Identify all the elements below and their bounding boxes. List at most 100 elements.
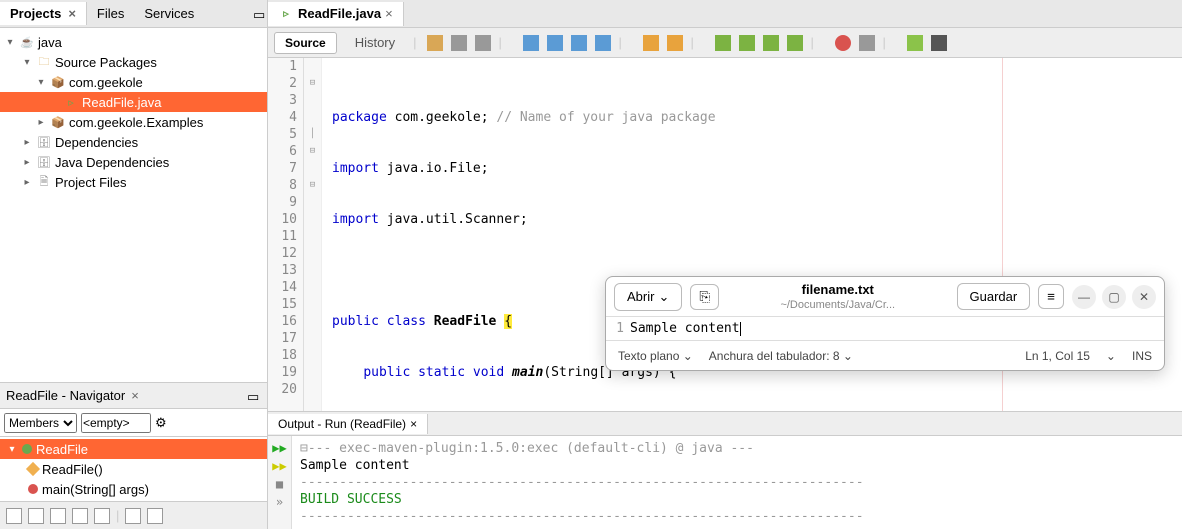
filter-icon[interactable] (72, 508, 88, 524)
tree-label: ReadFile.java (82, 95, 162, 110)
save-button[interactable]: Guardar (957, 283, 1031, 310)
run-icon[interactable]: ▶▶ (270, 440, 289, 458)
nav-label: ReadFile (36, 442, 88, 457)
tree-file-readfile[interactable]: ▹ReadFile.java (0, 92, 267, 112)
toolbar-icon[interactable] (547, 35, 563, 51)
toolbar-icon[interactable] (475, 35, 491, 51)
class-icon (22, 444, 32, 454)
toolbar-icon[interactable] (907, 35, 923, 51)
toolbar-icon[interactable] (523, 35, 539, 51)
navigator-title: ReadFile - Navigator (6, 388, 125, 403)
navigator-panel: ReadFile - Navigator × ▭ Members ⚙ ▾Read… (0, 382, 267, 501)
tab-label: ReadFile.java (298, 6, 381, 21)
tab-label: Projects (10, 6, 61, 21)
java-file-icon: ▹ (278, 6, 294, 22)
filter-icon[interactable] (50, 508, 66, 524)
stop-icon[interactable]: ■ (270, 476, 289, 494)
tree-pkg-examples[interactable]: ▸📦com.geekole.Examples (0, 112, 267, 132)
close-icon[interactable]: × (385, 6, 393, 21)
cursor-position: Ln 1, Col 15 (1025, 349, 1090, 363)
nav-constructor[interactable]: ReadFile() (0, 459, 267, 479)
tab-label: Services (144, 6, 194, 21)
output-tab[interactable]: Output - Run (ReadFile) × (268, 414, 428, 434)
nav-label: main(String[] args) (42, 482, 149, 497)
toolbar-icon[interactable] (763, 35, 779, 51)
tree-label: Dependencies (55, 135, 138, 150)
toolbar-icon[interactable] (451, 35, 467, 51)
open-button[interactable]: Abrir ⌄ (614, 283, 682, 311)
tab-services[interactable]: Services (134, 2, 204, 25)
tab-projects[interactable]: Projects × (0, 2, 87, 25)
toolbar-icon[interactable] (787, 35, 803, 51)
tree-pkg-geekole[interactable]: ▾📦com.geekole (0, 72, 267, 92)
filter-icon[interactable] (94, 508, 110, 524)
tree-label: java (38, 35, 62, 50)
menu-button[interactable]: ≡ (1038, 284, 1064, 309)
minimize-icon[interactable]: ▭ (247, 389, 261, 403)
close-icon[interactable]: × (410, 417, 417, 431)
bottom-icon-bar: | (0, 501, 267, 529)
tab-width-dropdown[interactable]: Anchura del tabulador: 8 ⌄ (709, 349, 853, 363)
tab-label: Output - Run (ReadFile) (278, 417, 406, 431)
minimize-icon[interactable]: — (1072, 285, 1096, 309)
chevron-down-icon: ⌄ (658, 289, 669, 305)
package-icon: 📦 (50, 74, 66, 90)
toolbar-icon[interactable] (427, 35, 443, 51)
window-title: filename.txt ~/Documents/Java/Cr... (727, 282, 948, 311)
close-icon[interactable]: × (68, 6, 76, 21)
filter-icon[interactable] (28, 508, 44, 524)
filter-icon[interactable] (125, 508, 141, 524)
tab-label: Files (97, 6, 124, 21)
source-button[interactable]: Source (274, 32, 337, 54)
nav-class-readfile[interactable]: ▾ReadFile (0, 439, 267, 459)
fold-gutter: ⊟│⊟⊟ (304, 58, 322, 411)
tab-files[interactable]: Files (87, 2, 134, 25)
tree-label: com.geekole.Examples (69, 115, 203, 130)
history-button[interactable]: History (347, 32, 403, 53)
toolbar-icon[interactable] (931, 35, 947, 51)
output-text[interactable]: ⊟--- exec-maven-plugin:1.5.0:exec (defau… (292, 436, 1182, 529)
nav-label: ReadFile() (42, 462, 103, 477)
maximize-icon[interactable]: ▢ (1102, 285, 1126, 309)
tree-java-dependencies[interactable]: ▸🗄Java Dependencies (0, 152, 267, 172)
tree-dependencies[interactable]: ▸🗄Dependencies (0, 132, 267, 152)
constructor-icon (26, 462, 40, 476)
members-dropdown[interactable]: Members (4, 413, 77, 433)
caret (740, 322, 741, 336)
run-icon[interactable]: ▶▶ (270, 458, 289, 476)
tree-label: Java Dependencies (55, 155, 169, 170)
text-content[interactable]: 1 Sample content (606, 317, 1164, 340)
coffee-icon: ☕ (19, 34, 35, 50)
toolbar-icon[interactable] (571, 35, 587, 51)
filter-icon[interactable]: ⚙ (155, 415, 167, 431)
more-icon[interactable]: » (270, 494, 289, 512)
tree-source-packages[interactable]: ▾🗀Source Packages (0, 52, 267, 72)
editor-tab-readfile[interactable]: ▹ ReadFile.java × (268, 2, 404, 26)
tree-project-files[interactable]: ▸🗎Project Files (0, 172, 267, 192)
toolbar-icon[interactable] (859, 35, 875, 51)
package-icon: 📦 (50, 114, 66, 130)
filter-input[interactable] (81, 413, 151, 433)
chevron-down-icon[interactable]: ⌄ (1106, 349, 1116, 363)
left-tabs: Projects × Files Services ▭ (0, 0, 267, 28)
syntax-dropdown[interactable]: Texto plano ⌄ (618, 349, 693, 363)
package-icon: 🗀 (36, 54, 52, 70)
filter-icon[interactable] (6, 508, 22, 524)
java-file-icon: ▹ (63, 94, 79, 110)
toolbar-icon[interactable] (715, 35, 731, 51)
toolbar-icon[interactable] (643, 35, 659, 51)
new-tab-button[interactable]: ⎘ (690, 284, 719, 310)
toolbar-icon[interactable] (835, 35, 851, 51)
minimize-icon[interactable]: ▭ (253, 7, 267, 21)
toolbar-icon[interactable] (667, 35, 683, 51)
toolbar-icon[interactable] (595, 35, 611, 51)
toolbar-icon[interactable] (739, 35, 755, 51)
nav-method-main[interactable]: main(String[] args) (0, 479, 267, 499)
tree-root-java[interactable]: ▾☕java (0, 32, 267, 52)
text-editor-window: Abrir ⌄ ⎘ filename.txt ~/Documents/Java/… (605, 276, 1165, 371)
libs-icon: 🗄 (36, 134, 52, 150)
filter-icon[interactable] (147, 508, 163, 524)
insert-mode[interactable]: INS (1132, 349, 1152, 363)
close-icon[interactable]: × (131, 388, 139, 403)
close-icon[interactable]: ✕ (1132, 285, 1156, 309)
